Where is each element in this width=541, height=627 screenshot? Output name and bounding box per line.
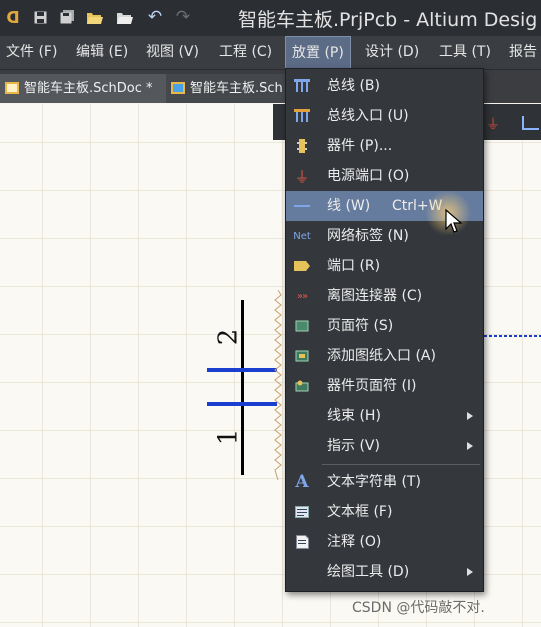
wire-segment[interactable]	[207, 402, 277, 406]
menu-item-label: 文本框 (F)	[327, 504, 393, 520]
sheet-entry-icon	[293, 347, 311, 365]
menu-item-label: 注释 (O)	[327, 534, 382, 550]
bus-entry-icon	[293, 107, 311, 125]
device-sheet-symbol-icon	[293, 377, 311, 395]
net-label-icon: Net	[293, 230, 311, 242]
tab-schdoc-active[interactable]: 智能车主板.SchDoc *	[0, 74, 184, 103]
undo-icon[interactable]: ↶	[146, 7, 164, 27]
menu-project[interactable]: 工程 (C)	[213, 36, 278, 69]
component-outline	[274, 290, 282, 480]
watermark-text: CSDN @代码敲不对.	[352, 600, 485, 616]
menu-item-device-sheet-symbol[interactable]: 器件页面符 (I)	[286, 371, 483, 401]
power-port-icon: ⏚	[294, 167, 310, 186]
menu-design[interactable]: 设计 (D)	[359, 36, 425, 69]
save-all-icon[interactable]	[58, 8, 76, 26]
menu-item-label: 器件页面符 (I)	[327, 378, 417, 394]
menu-item-off-sheet-connector[interactable]: »» 离图连接器 (C)	[286, 281, 483, 311]
app-logo-icon: ᗡ	[6, 7, 20, 27]
menu-place[interactable]: 放置 (P)	[285, 36, 351, 69]
sheet-symbol-icon	[293, 317, 311, 335]
menu-edit[interactable]: 编辑 (E)	[70, 36, 134, 69]
pin-number-1: 1	[213, 428, 244, 446]
menu-item-label: 离图连接器 (C)	[327, 288, 423, 304]
menu-item-drawing-tools[interactable]: 绘图工具 (D)	[286, 557, 483, 587]
wire-icon	[293, 197, 311, 215]
menu-item-bus[interactable]: 总线 (B)	[286, 71, 483, 101]
text-frame-icon	[293, 503, 311, 521]
menu-item-label: 器件 (P)...	[327, 138, 393, 154]
menu-item-label: 绘图工具 (D)	[327, 564, 410, 580]
tab-label: 智能车主板.Sch	[190, 81, 283, 96]
menu-item-sheet-symbol[interactable]: 页面符 (S)	[286, 311, 483, 341]
tab-label: 智能车主板.SchDoc *	[24, 81, 153, 96]
submenu-arrow-icon	[467, 568, 473, 576]
submenu-arrow-icon	[467, 442, 473, 450]
menu-item-label: 电源端口 (O)	[327, 168, 410, 184]
menu-file[interactable]: 文件 (F)	[0, 36, 63, 69]
save-icon[interactable]	[31, 8, 49, 26]
power-port-icon[interactable]: ⏚	[486, 114, 500, 134]
menu-bar: 文件 (F) 编辑 (E) 视图 (V) 工程 (C) 放置 (P) 设计 (D…	[0, 36, 541, 70]
open-folder-icon[interactable]	[86, 8, 104, 26]
pin-number-2: 2	[213, 328, 244, 346]
menu-item-text-string[interactable]: A 文本字符串 (T)	[286, 467, 483, 497]
menu-item-label: 端口 (R)	[327, 258, 381, 274]
menu-view[interactable]: 视图 (V)	[140, 36, 205, 69]
wire-segment[interactable]	[207, 368, 277, 372]
menu-item-label: 指示 (V)	[327, 438, 380, 454]
menu-item-part[interactable]: 器件 (P)...	[286, 131, 483, 161]
note-icon	[293, 533, 311, 551]
submenu-arrow-icon	[467, 412, 473, 420]
menu-item-bus-entry[interactable]: 总线入口 (U)	[286, 101, 483, 131]
menu-item-label: 添加图纸入口 (A)	[327, 348, 436, 364]
title-bar: ᗡ ↶ ↷ 智能车主板.PrjPcb - Altium Desig	[0, 0, 541, 36]
redo-icon[interactable]: ↷	[174, 7, 192, 27]
mouse-cursor-icon	[445, 209, 463, 233]
menu-item-directives[interactable]: 指示 (V)	[286, 431, 483, 461]
schematic-doc-icon	[171, 82, 185, 94]
menu-separator	[322, 464, 480, 465]
window-title: 智能车主板.PrjPcb - Altium Desig	[238, 9, 538, 31]
menu-item-power-port[interactable]: ⏚ 电源端口 (O)	[286, 161, 483, 191]
menu-item-label: 总线 (B)	[327, 78, 380, 94]
schematic-doc-icon	[5, 82, 19, 94]
text-string-icon: A	[295, 472, 309, 492]
open-project-icon[interactable]	[116, 8, 134, 26]
menu-item-text-frame[interactable]: 文本框 (F)	[286, 497, 483, 527]
menu-item-label: 页面符 (S)	[327, 318, 394, 334]
component-body-line	[241, 300, 244, 475]
menu-item-label: 网络标签 (N)	[327, 228, 409, 244]
place-menu-dropdown: 总线 (B) 总线入口 (U) 器件 (P)... ⏚ 电源端口 (O) 线 (…	[285, 68, 484, 592]
menu-item-harness[interactable]: 线束 (H)	[286, 401, 483, 431]
sheet-symbol-tool-icon[interactable]	[522, 116, 539, 130]
bus-icon	[293, 77, 311, 95]
off-sheet-connector-icon: »»	[296, 290, 308, 302]
menu-item-label: 线 (W)	[327, 198, 371, 214]
menu-item-label: 线束 (H)	[327, 408, 381, 424]
menu-item-sheet-entry[interactable]: 添加图纸入口 (A)	[286, 341, 483, 371]
menu-tools[interactable]: 工具 (T)	[433, 36, 497, 69]
menu-item-label: 总线入口 (U)	[327, 108, 409, 124]
port-icon	[293, 257, 311, 275]
menu-item-note[interactable]: 注释 (O)	[286, 527, 483, 557]
menu-item-label: 文本字符串 (T)	[327, 474, 421, 490]
wire-segment[interactable]	[484, 335, 541, 337]
part-icon	[293, 137, 311, 155]
menu-item-port[interactable]: 端口 (R)	[286, 251, 483, 281]
menu-reports[interactable]: 报告	[503, 36, 541, 69]
